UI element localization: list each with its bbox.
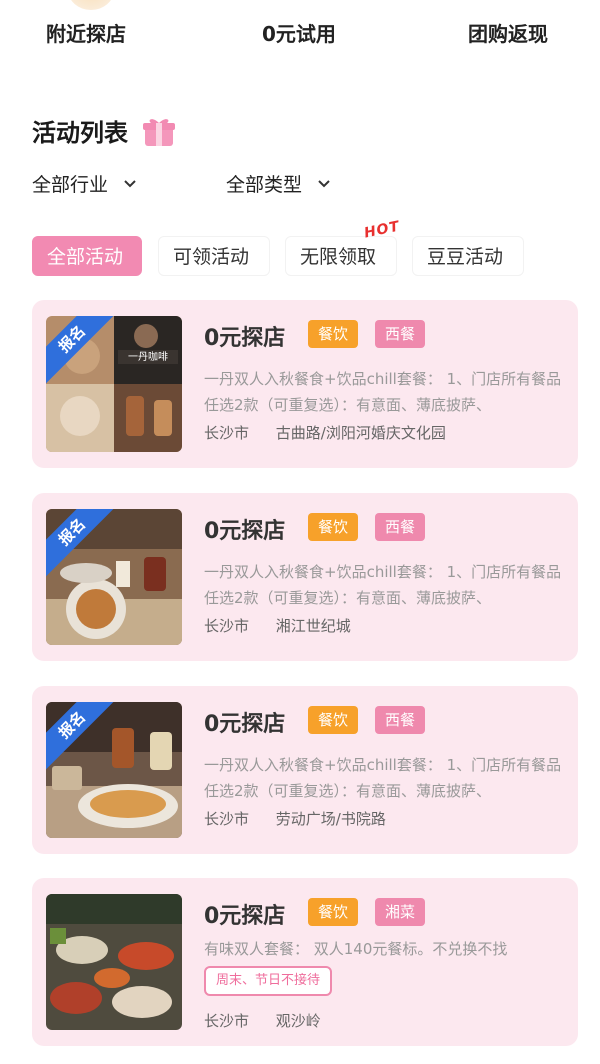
category-tag: 餐饮 xyxy=(308,898,359,926)
nav-free-trial[interactable]: 0元试用 xyxy=(262,18,336,47)
section-title-text: 活动列表 xyxy=(32,119,128,147)
cuisine-tag: 湘菜 xyxy=(375,898,426,926)
section-title: 活动列表 xyxy=(32,113,176,148)
card-address: 劳动广场/书院路 xyxy=(275,810,386,828)
cuisine-tag: 西餐 xyxy=(375,513,426,541)
card-description: 一丹双人入秋餐食+饮品chill套餐： 1、门店所有餐品任选2款（可重复选）：有… xyxy=(204,370,562,414)
card-description: 一丹双人入秋餐食+饮品chill套餐： 1、门店所有餐品任选2款（可重复选）：有… xyxy=(204,756,562,800)
industry-filter-label: 全部行业 xyxy=(32,174,109,196)
card-description: 一丹双人入秋餐食+饮品chill套餐： 1、门店所有餐品任选2款（可重复选）：有… xyxy=(204,563,562,607)
category-tag: 餐饮 xyxy=(308,513,359,541)
cuisine-tag: 西餐 xyxy=(375,320,426,348)
chevron-down-icon xyxy=(318,179,330,187)
card-city: 长沙市 xyxy=(204,1012,250,1030)
card-location: 长沙市 观沙岭 xyxy=(204,1010,321,1031)
activity-thumbnail xyxy=(46,894,182,1030)
activity-thumbnail: 报名 xyxy=(46,702,182,838)
nav-group-cashback[interactable]: 团购返现 xyxy=(468,18,548,47)
decoration-blob xyxy=(68,0,114,10)
card-address: 观沙岭 xyxy=(275,1012,321,1030)
activity-thumbnail: 报名 xyxy=(46,509,182,645)
card-title: 0元探店 xyxy=(204,712,286,737)
industry-filter[interactable]: 全部行业 xyxy=(32,170,138,197)
activity-card[interactable]: 报名 0元探店 餐饮 西餐 一丹双人入秋餐食+饮品chill套餐： 1、门店所有… xyxy=(32,686,578,854)
category-tag: 餐饮 xyxy=(308,320,359,348)
card-title: 0元探店 xyxy=(204,904,286,929)
activity-card[interactable]: 报名 0元探店 餐饮 西餐 一丹双人入秋餐食+饮品chill套餐： 1、门店所有… xyxy=(32,493,578,661)
activity-card[interactable]: 0元探店 餐饮 湘菜 有味双人套餐： 双人140元餐标。不兑换不找 周末、节日不… xyxy=(32,878,578,1046)
card-city: 长沙市 xyxy=(204,424,250,442)
card-address: 古曲路/浏阳河婚庆文化园 xyxy=(275,424,446,442)
thumb-shop-sign: 一丹咖啡 xyxy=(128,351,168,363)
type-filter-label: 全部类型 xyxy=(226,174,303,196)
top-nav: 附近探店 0元试用 团购返现 xyxy=(0,0,600,60)
chevron-down-icon xyxy=(124,179,136,187)
filter-bar: 全部行业 全部类型 xyxy=(32,170,572,198)
tab-unlimited-claim[interactable]: 无限领取 xyxy=(285,236,397,276)
card-city: 长沙市 xyxy=(204,810,250,828)
card-description: 有味双人套餐： 双人140元餐标。不兑换不找 xyxy=(204,940,508,958)
category-tag: 餐饮 xyxy=(308,706,359,734)
card-address: 湘江世纪城 xyxy=(275,617,351,635)
activity-tabs: 全部活动 可领活动 无限领取 豆豆活动 HOT xyxy=(32,218,572,278)
card-title: 0元探店 xyxy=(204,326,286,351)
card-title: 0元探店 xyxy=(204,519,286,544)
activity-card[interactable]: 一丹咖啡 报名 0元探店 餐饮 西餐 一丹双人入秋餐食+饮品chill套餐： 1… xyxy=(32,300,578,468)
tab-all-activities[interactable]: 全部活动 xyxy=(32,236,142,276)
tab-bean-activities[interactable]: 豆豆活动 xyxy=(412,236,524,276)
tab-claimable-activities[interactable]: 可领活动 xyxy=(158,236,270,276)
nav-nearby-visit[interactable]: 附近探店 xyxy=(46,18,126,47)
cuisine-tag: 西餐 xyxy=(375,706,426,734)
card-location: 长沙市 湘江世纪城 xyxy=(204,615,351,636)
card-location: 长沙市 古曲路/浏阳河婚庆文化园 xyxy=(204,422,446,443)
card-location: 长沙市 劳动广场/书院路 xyxy=(204,808,386,829)
notice-badge: 周末、节日不接待 xyxy=(204,966,333,996)
gift-icon xyxy=(142,114,176,148)
activity-thumbnail: 一丹咖啡 报名 xyxy=(46,316,182,452)
card-city: 长沙市 xyxy=(204,617,250,635)
type-filter[interactable]: 全部类型 xyxy=(226,170,332,197)
